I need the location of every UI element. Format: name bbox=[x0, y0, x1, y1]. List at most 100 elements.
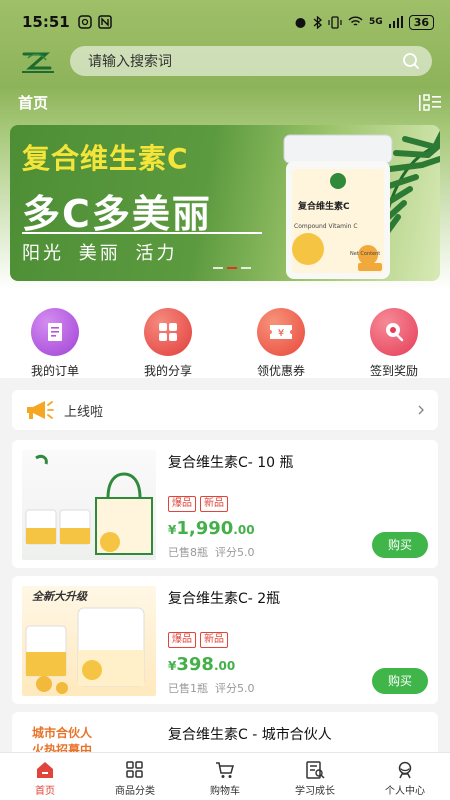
search-input[interactable]: 请输入搜索词 bbox=[70, 46, 432, 76]
product-sales: 已售1瓶 评分5.0 bbox=[168, 680, 255, 696]
home-icon bbox=[37, 762, 53, 778]
banner-headline: 多C多美丽 bbox=[22, 192, 212, 236]
order-icon bbox=[31, 308, 79, 356]
search-icon[interactable] bbox=[402, 52, 420, 70]
product-rating: 评分5.0 bbox=[215, 682, 255, 695]
product-jar-image: 复合维生素C Compound Vitamin C Net Content bbox=[278, 131, 398, 281]
quick-action-label: 我的分享 bbox=[143, 364, 192, 378]
tab-learn[interactable]: 学习成长 bbox=[270, 753, 360, 800]
tab-home[interactable]: 首页 bbox=[0, 753, 90, 800]
sold-count: 已售1瓶 bbox=[168, 682, 208, 695]
search-placeholder: 请输入搜索词 bbox=[88, 54, 172, 70]
tab-label: 商品分类 bbox=[115, 786, 155, 797]
price-decimal: .00 bbox=[213, 659, 236, 673]
banner-dot-active[interactable] bbox=[227, 267, 237, 269]
jar-subtitle: Compound Vitamin C bbox=[294, 223, 358, 230]
price-integer: 1,990 bbox=[176, 518, 234, 539]
image-caption: 火热招募中 bbox=[32, 743, 93, 752]
tab-label: 购物车 bbox=[210, 786, 240, 797]
product-tags: 爆品 新品 bbox=[168, 632, 228, 648]
banner-divider bbox=[22, 232, 262, 234]
product-card[interactable]: 复合维生素C- 10 瓶 爆品 新品 ¥1,990.00 已售8瓶 评分5.0 … bbox=[12, 440, 438, 568]
product-name[interactable]: 复合维生素C - 城市合伙人 bbox=[168, 724, 332, 744]
product-image[interactable]: 城市合伙人 火热招募中 bbox=[22, 722, 156, 752]
network-type: 5G bbox=[369, 17, 383, 27]
price-decimal: .00 bbox=[233, 523, 255, 537]
quick-action-share[interactable]: 我的分享 bbox=[123, 308, 213, 379]
quick-action-orders[interactable]: 我的订单 bbox=[10, 308, 100, 379]
chevron-right-icon bbox=[418, 405, 424, 415]
app-n-icon bbox=[98, 15, 112, 29]
share-grid-icon bbox=[144, 308, 192, 356]
quick-action-label: 领优惠券 bbox=[256, 364, 305, 378]
sold-count: 已售8瓶 bbox=[168, 546, 208, 559]
promo-banner[interactable]: 复合维生素C 多C多美丽 阳光 美丽 活力 复合维生素C Compound Vi… bbox=[10, 125, 440, 281]
status-bar: 15:51 5G 36 bbox=[0, 0, 450, 44]
wifi-icon bbox=[348, 16, 363, 26]
signin-icon bbox=[370, 308, 418, 356]
learn-icon bbox=[306, 761, 325, 779]
tab-profile[interactable]: 个人中心 bbox=[360, 753, 450, 800]
new-tag: 新品 bbox=[200, 496, 228, 512]
product-image[interactable] bbox=[22, 450, 156, 560]
alarm-icon bbox=[295, 17, 306, 28]
svg-text:¥: ¥ bbox=[278, 328, 284, 339]
announcement-text: 上线啦 bbox=[64, 404, 104, 420]
product-tags: 爆品 新品 bbox=[168, 496, 228, 512]
quick-action-label: 签到奖励 bbox=[369, 364, 418, 378]
product-card[interactable]: 全新大升级 复合维生素C- 2瓶 爆品 新品 ¥398.00 已售1瓶 评分5.… bbox=[12, 576, 438, 704]
buy-button[interactable]: 购买 bbox=[372, 668, 428, 694]
image-caption: 全新大升级 bbox=[32, 590, 87, 603]
vibrate-icon bbox=[328, 15, 342, 29]
status-notification-icons bbox=[78, 15, 112, 29]
coupon-icon: ¥ bbox=[257, 308, 305, 356]
tab-label: 学习成长 bbox=[295, 786, 335, 797]
status-time: 15:51 bbox=[22, 13, 70, 31]
jar-label: 复合维生素C bbox=[298, 202, 350, 212]
product-rating: 评分5.0 bbox=[215, 546, 255, 559]
buy-button[interactable]: 购买 bbox=[372, 532, 428, 558]
quick-action-label: 我的订单 bbox=[30, 364, 79, 378]
battery-level: 36 bbox=[408, 14, 434, 30]
image-caption: 城市合伙人 bbox=[32, 726, 93, 740]
product-price: ¥398.00 bbox=[168, 654, 235, 675]
product-name[interactable]: 复合维生素C- 2瓶 bbox=[168, 588, 280, 608]
title-row: 首页 bbox=[0, 92, 450, 114]
cart-icon bbox=[216, 762, 234, 778]
tab-cart[interactable]: 购物车 bbox=[180, 753, 270, 800]
banner-pagination[interactable] bbox=[213, 267, 251, 269]
quick-actions-panel: 我的订单 我的分享 ¥ 领优惠券 签到奖励 bbox=[0, 290, 450, 378]
banner-tagline: 阳光 美丽 活力 bbox=[22, 243, 178, 264]
hot-tag: 爆品 bbox=[168, 632, 196, 648]
bluetooth-icon bbox=[313, 15, 323, 29]
product-card[interactable]: 城市合伙人 火热招募中 复合维生素C - 城市合伙人 bbox=[12, 712, 438, 752]
banner-dot[interactable] bbox=[241, 267, 251, 269]
jar-net-content: Net Content bbox=[350, 251, 381, 257]
profile-icon bbox=[398, 761, 412, 779]
status-right-icons: 5G 36 bbox=[294, 14, 434, 30]
product-sales: 已售8瓶 评分5.0 bbox=[168, 544, 255, 560]
announcement-bar[interactable]: 上线啦 bbox=[12, 390, 438, 430]
brand-logo-icon[interactable] bbox=[18, 48, 58, 76]
tab-label: 首页 bbox=[35, 786, 55, 797]
hot-tag: 爆品 bbox=[168, 496, 196, 512]
nfc-icon bbox=[78, 15, 92, 29]
search-row: 请输入搜索词 bbox=[0, 46, 450, 78]
category-icon bbox=[126, 761, 143, 778]
page-title: 首页 bbox=[18, 94, 49, 112]
megaphone-icon bbox=[27, 401, 54, 419]
price-integer: 398 bbox=[176, 654, 214, 675]
product-price: ¥1,990.00 bbox=[168, 518, 255, 539]
product-image[interactable]: 全新大升级 bbox=[22, 586, 156, 696]
signal-icon bbox=[388, 16, 403, 28]
product-name[interactable]: 复合维生素C- 10 瓶 bbox=[168, 452, 294, 472]
category-menu-icon[interactable] bbox=[418, 93, 442, 113]
bottom-tab-bar: 首页 商品分类 购物车 学习成长 个人中心 bbox=[0, 752, 450, 800]
new-tag: 新品 bbox=[200, 632, 228, 648]
quick-action-coupon[interactable]: ¥ 领优惠券 bbox=[236, 308, 326, 379]
tab-label: 个人中心 bbox=[385, 786, 425, 797]
quick-action-signin[interactable]: 签到奖励 bbox=[349, 308, 439, 379]
banner-dot[interactable] bbox=[213, 267, 223, 269]
banner-title: 复合维生素C bbox=[22, 142, 189, 175]
tab-category[interactable]: 商品分类 bbox=[90, 753, 180, 800]
